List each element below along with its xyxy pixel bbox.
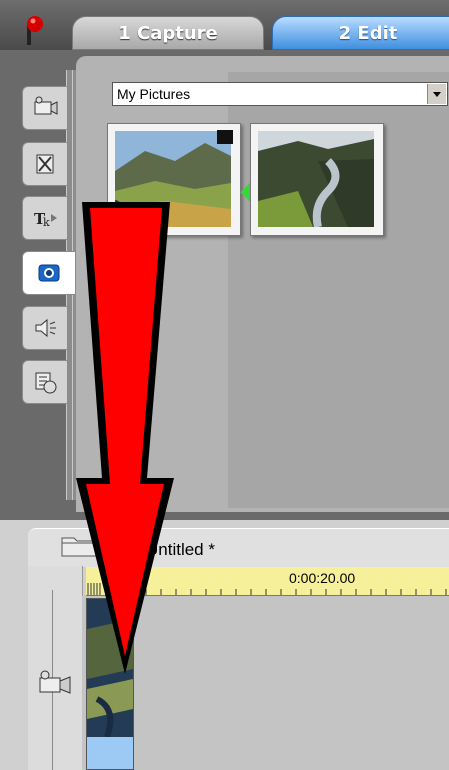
tab-edit[interactable]: 2 Edit (272, 16, 449, 50)
studio-window: 1 Capture 2 Edit T k My Pictures Untitle… (0, 0, 449, 770)
selected-check-icon (217, 130, 325, 229)
app-logo-icon (27, 16, 43, 45)
tab-capture[interactable]: 1 Capture (72, 16, 264, 50)
camera-photo-icon (38, 264, 60, 282)
photo-thumbnail-2[interactable] (250, 123, 384, 236)
side-tab-titles[interactable]: T k (22, 196, 68, 240)
video-track-camera-icon (39, 670, 71, 694)
speaker-icon (35, 318, 56, 338)
photo-source-value: My Pictures (117, 86, 191, 102)
transitions-icon (36, 154, 54, 174)
video-camera-icon (34, 96, 58, 115)
red-down-arrow-annotation (76, 202, 174, 674)
side-tab-video[interactable] (22, 86, 68, 130)
photo-source-dropdown[interactable]: My Pictures (112, 82, 448, 106)
mode-tab-bar: 1 Capture 2 Edit (0, 0, 449, 50)
side-tab-disc-menus[interactable] (22, 360, 68, 404)
river-canyon-photo-image (258, 131, 374, 227)
side-tab-sound-effects[interactable] (22, 306, 68, 350)
side-tab-photos[interactable] (22, 251, 76, 295)
dropdown-arrow-icon[interactable] (427, 84, 446, 104)
disc-menu-icon (35, 372, 57, 394)
side-tab-transitions[interactable] (22, 142, 68, 186)
ruler-time-label: 0:00:20.00 (289, 570, 356, 586)
svg-text:k: k (43, 216, 50, 229)
titles-icon: T k (34, 210, 57, 229)
